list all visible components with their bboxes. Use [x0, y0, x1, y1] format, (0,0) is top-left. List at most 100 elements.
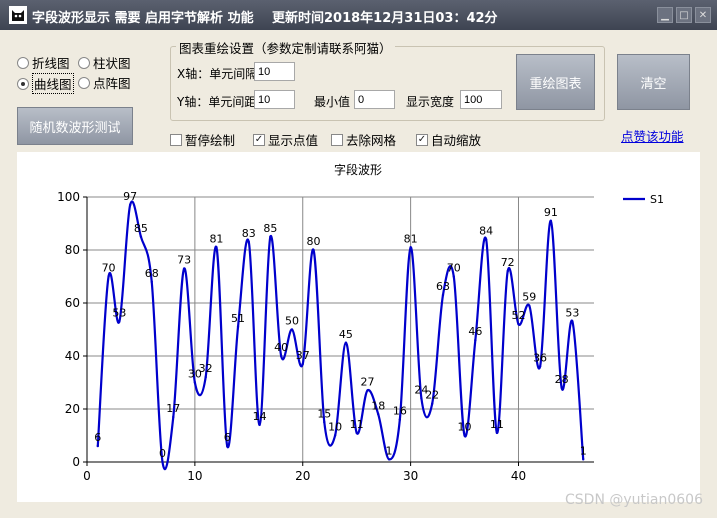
- checkbox-box[interactable]: ✓: [253, 133, 265, 146]
- data-label: 70: [447, 262, 461, 275]
- radio-bar-chart[interactable]: 柱状图: [78, 53, 131, 72]
- data-point: [128, 203, 132, 207]
- data-label: 1: [386, 444, 393, 457]
- data-point: [474, 338, 477, 342]
- data-label: 11: [350, 418, 364, 431]
- cat-logo-icon: [9, 6, 27, 24]
- data-point: [452, 275, 455, 278]
- data-label: 85: [134, 222, 148, 235]
- display-width-label: 显示宽度: [406, 95, 455, 109]
- checkbox-box[interactable]: [331, 133, 343, 146]
- checkbox-label: 暂停绘制: [185, 133, 236, 148]
- data-label: 81: [404, 232, 418, 245]
- data-point: [312, 248, 315, 252]
- data-point: [538, 365, 542, 368]
- data-point: [333, 434, 337, 437]
- data-point: [107, 275, 110, 278]
- data-label: 59: [522, 291, 536, 304]
- radio-dot[interactable]: [78, 76, 90, 89]
- y-tick-label: 60: [65, 296, 80, 310]
- data-label: 27: [360, 375, 374, 388]
- data-label: 97: [123, 190, 137, 203]
- redraw-chart-button[interactable]: 重绘图表: [516, 54, 595, 110]
- data-label: 1: [580, 444, 587, 457]
- radio-label: 柱状图: [93, 56, 131, 71]
- x-tick-label: 0: [83, 469, 91, 483]
- radio-label: 折线图: [32, 56, 70, 71]
- data-point: [420, 397, 423, 400]
- data-label: 70: [102, 262, 116, 275]
- data-label: 73: [177, 254, 191, 267]
- y-interval-input[interactable]: [254, 90, 295, 109]
- data-point: [506, 270, 509, 273]
- random-test-button[interactable]: 随机数波形测试: [17, 107, 133, 145]
- maximize-button[interactable]: □: [676, 7, 692, 23]
- data-label: 0: [159, 447, 166, 460]
- data-label: 68: [145, 267, 159, 280]
- radio-dot[interactable]: [17, 56, 29, 69]
- minimize-button[interactable]: ▁: [657, 7, 673, 23]
- auto-zoom-checkbox[interactable]: ✓ 自动缩放: [416, 130, 481, 149]
- y-tick-label: 0: [72, 455, 80, 469]
- data-label: 50: [285, 315, 299, 328]
- chart-panel: 字段波形 0 20 40 60 80 100 0 10 20 30 40 6 70 53 97 85 68 0 1…: [17, 152, 700, 502]
- checkbox-box[interactable]: [170, 133, 182, 146]
- show-values-checkbox[interactable]: ✓ 显示点值: [253, 130, 318, 149]
- x-interval-label: X轴：单元间隔: [177, 67, 258, 81]
- radio-label: 曲线图: [32, 73, 74, 94]
- data-point: [172, 415, 175, 419]
- data-label: 6: [94, 431, 101, 444]
- data-point: [549, 219, 553, 223]
- window-title: 字段波形显示 需要 启用字节解析 功能: [32, 11, 254, 26]
- data-point: [463, 434, 466, 437]
- radio-scatter-chart[interactable]: 点阵图: [78, 73, 131, 92]
- data-point: [215, 246, 218, 249]
- data-label: 18: [371, 399, 385, 412]
- x-tick-label: 20: [295, 469, 310, 483]
- data-label: 6: [224, 431, 231, 444]
- x-tick-label: 30: [403, 469, 418, 483]
- checkbox-label: 自动缩放: [431, 133, 482, 148]
- radio-dot[interactable]: [78, 56, 90, 69]
- data-point: [484, 238, 488, 241]
- remove-grid-checkbox[interactable]: 去除网格: [331, 130, 396, 149]
- data-point: [430, 402, 434, 405]
- pause-drawing-checkbox[interactable]: 暂停绘制: [170, 130, 235, 149]
- data-label: 46: [468, 325, 482, 338]
- y-tick-label: 20: [65, 402, 80, 416]
- x-interval-input[interactable]: [254, 62, 295, 81]
- data-label: 72: [501, 256, 515, 269]
- radio-line-chart[interactable]: 折线图: [17, 53, 70, 72]
- data-point: [517, 323, 520, 326]
- checkbox-label: 去除网格: [346, 133, 397, 148]
- data-label: 91: [544, 206, 558, 219]
- data-point: [560, 386, 563, 389]
- clear-button[interactable]: 清空: [617, 54, 690, 110]
- close-button[interactable]: ✕: [695, 7, 711, 23]
- min-value-input[interactable]: [354, 90, 395, 109]
- y-tick-label: 40: [65, 349, 80, 363]
- data-label: 36: [533, 352, 547, 365]
- display-width-input[interactable]: [460, 90, 502, 109]
- checkbox-label: 显示点值: [268, 133, 319, 148]
- data-label: 40: [274, 341, 288, 354]
- like-feature-link[interactable]: 点赞该功能: [621, 126, 684, 145]
- data-label: 80: [307, 235, 321, 248]
- data-label: 16: [393, 405, 407, 418]
- data-label: 28: [555, 373, 569, 386]
- data-point: [377, 413, 380, 416]
- data-label: 17: [166, 402, 180, 415]
- data-label: 63: [436, 280, 450, 293]
- data-point: [387, 458, 391, 461]
- data-point: [398, 418, 402, 421]
- data-label: 14: [253, 410, 267, 423]
- waveform-chart: 字段波形 0204060801000 10 20 30 40 6705397856801…: [57, 162, 664, 483]
- checkbox-box[interactable]: ✓: [416, 133, 428, 146]
- data-point: [96, 444, 99, 448]
- data-point: [279, 354, 283, 358]
- radio-dot[interactable]: [17, 77, 29, 90]
- data-label: 32: [199, 362, 213, 375]
- data-label: 53: [112, 307, 126, 320]
- data-label: 83: [242, 227, 256, 240]
- radio-curve-chart[interactable]: 曲线图: [17, 73, 74, 94]
